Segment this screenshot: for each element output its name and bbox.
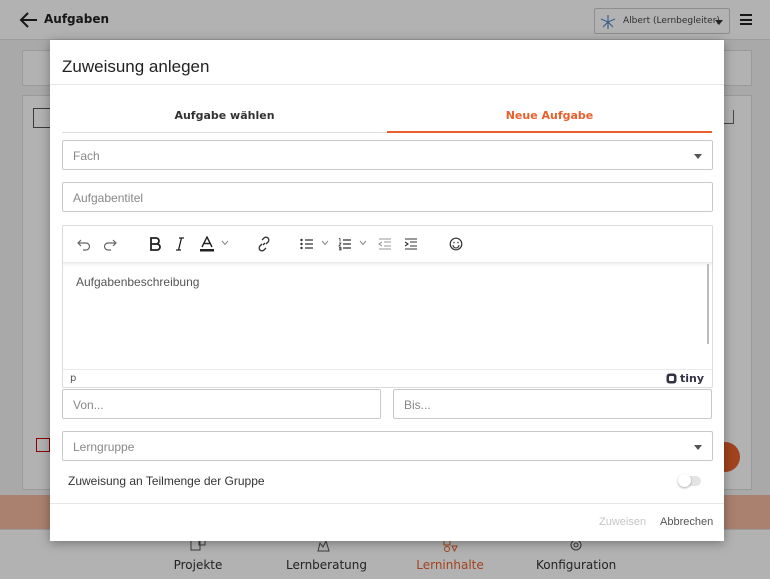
- from-placeholder: Von...: [73, 398, 104, 412]
- editor-scrollbar[interactable]: [707, 264, 709, 344]
- task-title-input[interactable]: Aufgabentitel: [62, 182, 713, 212]
- description-editor: Aufgabenbeschreibung p tiny: [62, 225, 713, 388]
- tab-new-task[interactable]: Neue Aufgabe: [387, 100, 712, 133]
- editor-statusbar: p tiny: [63, 369, 712, 388]
- toggle-knob: [678, 474, 691, 487]
- subject-placeholder: Fach: [73, 149, 100, 163]
- numbered-list-icon[interactable]: [338, 236, 352, 252]
- subset-toggle[interactable]: [678, 474, 701, 487]
- chevron-down-icon[interactable]: [221, 240, 229, 246]
- chevron-down-icon[interactable]: [359, 240, 367, 246]
- text-color-icon[interactable]: [199, 236, 215, 252]
- bullet-list-icon[interactable]: [300, 236, 314, 252]
- chevron-down-icon[interactable]: [321, 240, 329, 246]
- group-placeholder: Lerngruppe: [73, 440, 135, 454]
- task-title-placeholder: Aufgabentitel: [73, 191, 144, 205]
- assign-button[interactable]: Zuweisen: [599, 516, 646, 528]
- tiny-logo[interactable]: tiny: [666, 372, 704, 385]
- tab-choose-task[interactable]: Aufgabe wählen: [62, 100, 387, 133]
- italic-icon[interactable]: [175, 236, 185, 252]
- link-icon[interactable]: [256, 236, 272, 252]
- element-path: p: [70, 373, 77, 384]
- dialog-title: Zuweisung anlegen: [62, 57, 210, 76]
- tiny-brand-label: tiny: [679, 372, 704, 385]
- bold-icon[interactable]: [149, 236, 161, 252]
- divider: [50, 503, 724, 504]
- tiny-logo-icon: [666, 373, 677, 384]
- undo-icon[interactable]: [77, 236, 91, 252]
- chevron-down-icon: [694, 154, 702, 159]
- to-placeholder: Bis...: [404, 398, 431, 412]
- from-date-input[interactable]: Von...: [62, 389, 381, 419]
- task-tabs: Aufgabe wählen Neue Aufgabe: [62, 100, 712, 133]
- divider: [50, 84, 724, 85]
- redo-icon[interactable]: [103, 236, 117, 252]
- create-assignment-dialog: Zuweisung anlegen Aufgabe wählen Neue Au…: [50, 40, 724, 541]
- to-date-input[interactable]: Bis...: [393, 389, 712, 419]
- editor-toolbar: [63, 226, 712, 263]
- cancel-button[interactable]: Abbrechen: [660, 516, 713, 528]
- subject-select[interactable]: Fach: [62, 140, 713, 170]
- subset-toggle-label: Zuweisung an Teilmenge der Gruppe: [68, 474, 265, 488]
- learning-group-select[interactable]: Lerngruppe: [62, 431, 713, 461]
- editor-content[interactable]: Aufgabenbeschreibung: [76, 275, 199, 289]
- emoji-icon[interactable]: [449, 236, 463, 252]
- outdent-icon[interactable]: [378, 236, 392, 252]
- chevron-down-icon: [694, 445, 702, 450]
- indent-icon[interactable]: [404, 236, 418, 252]
